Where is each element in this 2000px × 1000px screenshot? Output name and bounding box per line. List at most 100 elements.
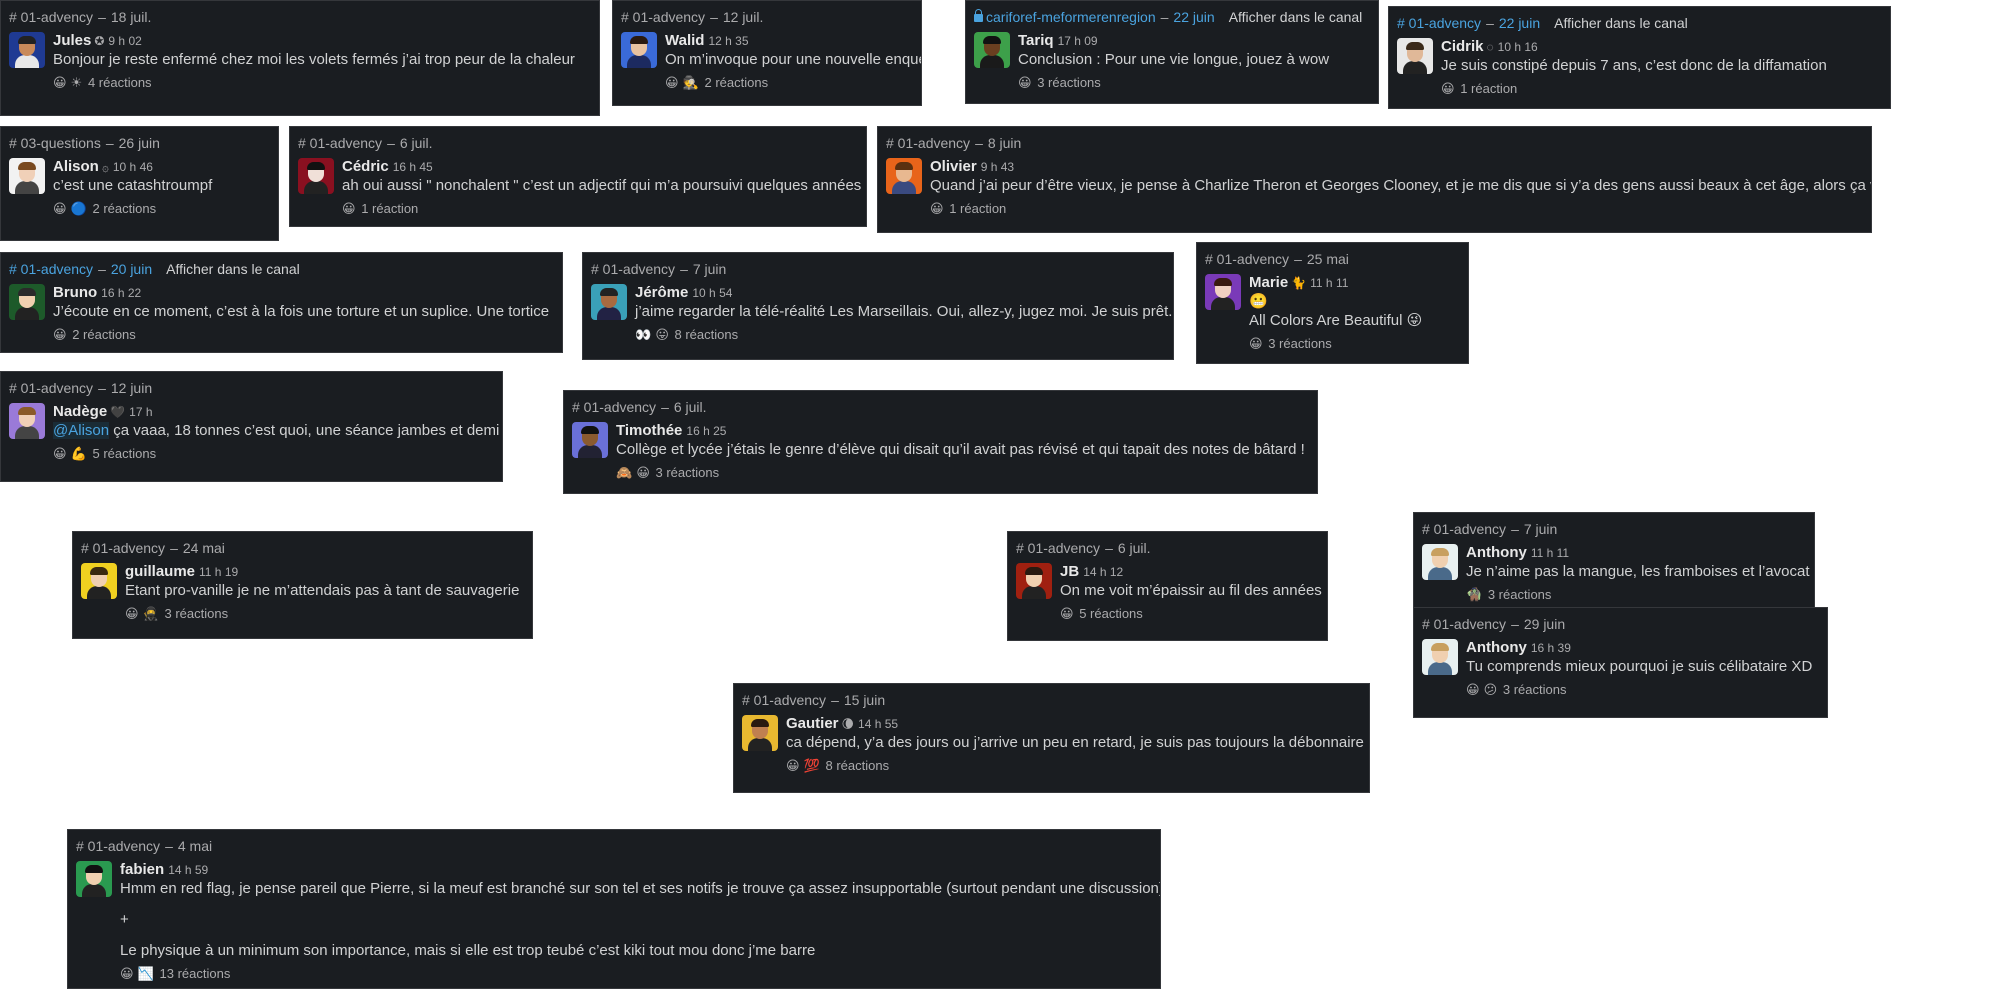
- author-name[interactable]: Alison: [53, 158, 99, 175]
- message-time[interactable]: 17 h: [129, 405, 152, 419]
- avatar[interactable]: [81, 563, 117, 599]
- author-name[interactable]: Marie: [1249, 274, 1288, 291]
- avatar[interactable]: [9, 284, 45, 320]
- author-name[interactable]: Walid: [665, 32, 704, 49]
- message-time[interactable]: 11 h 11: [1310, 276, 1348, 290]
- message-time[interactable]: 11 h 19: [199, 565, 238, 579]
- message-card[interactable]: # 01-advency –12 juin Nadège 🖤 17 h @Alison ç…: [0, 371, 503, 482]
- message-time[interactable]: 16 h 39: [1531, 641, 1571, 655]
- message-time[interactable]: 9 h 02: [108, 34, 141, 48]
- reactions-summary[interactable]: 😀 1 réaction: [342, 200, 858, 219]
- author-name[interactable]: Olivier: [930, 158, 977, 175]
- author-name[interactable]: Timothée: [616, 422, 682, 439]
- message-card[interactable]: # 03-questions –26 juin Alison ۞ 10 h 46 c’es…: [0, 126, 279, 241]
- message-time[interactable]: 16 h 25: [686, 424, 726, 438]
- reactions-summary[interactable]: 😀 3 réactions: [1018, 74, 1329, 93]
- author-name[interactable]: Anthony: [1466, 639, 1527, 656]
- channel-name[interactable]: # 01-advency: [572, 399, 656, 415]
- message-time[interactable]: 14 h 59: [168, 863, 208, 877]
- avatar[interactable]: [886, 158, 922, 194]
- message-card[interactable]: # 01-advency –29 juin Anthony 16 h 39 Tu com…: [1413, 607, 1828, 718]
- message-time[interactable]: 17 h 09: [1058, 34, 1098, 48]
- message-time[interactable]: 9 h 43: [981, 160, 1014, 174]
- message-time[interactable]: 12 h 35: [708, 34, 748, 48]
- channel-name[interactable]: # 01-advency: [9, 261, 93, 277]
- message-card[interactable]: # 01-advency –12 juil. Walid 12 h 35 On m’in…: [612, 0, 922, 106]
- channel-name[interactable]: # 01-advency: [76, 838, 160, 854]
- channel-name[interactable]: # 01-advency: [9, 9, 93, 25]
- message-card[interactable]: # 01-advency –6 juil. Cédric 16 h 45 ah oui …: [289, 126, 867, 227]
- message-time[interactable]: 10 h 16: [1498, 40, 1538, 54]
- channel-name[interactable]: # 01-advency: [81, 540, 165, 556]
- avatar[interactable]: [742, 715, 778, 751]
- author-name[interactable]: Jérôme: [635, 284, 688, 301]
- message-date[interactable]: 29 juin: [1524, 616, 1565, 632]
- message-date[interactable]: 20 juin: [111, 261, 152, 277]
- channel-name[interactable]: # 01-advency: [9, 380, 93, 396]
- author-name[interactable]: Bruno: [53, 284, 97, 301]
- author-name[interactable]: JB: [1060, 563, 1079, 580]
- message-time[interactable]: 14 h 12: [1083, 565, 1123, 579]
- message-card[interactable]: # 01-advency –7 juin Anthony 11 h 11 Je n’ai…: [1413, 512, 1815, 610]
- message-time[interactable]: 14 h 55: [858, 717, 898, 731]
- reactions-summary[interactable]: 😀 📉 13 réactions: [120, 965, 1152, 984]
- message-card[interactable]: # 01-advency –6 juil. Timothée 16 h 25 Collè…: [563, 390, 1318, 494]
- message-card[interactable]: # 01-advency –8 juin Olivier 9 h 43 Quand j’…: [877, 126, 1872, 233]
- reactions-summary[interactable]: 😀 2 réactions: [53, 326, 549, 345]
- reactions-summary[interactable]: 🙈 😀 3 réactions: [616, 464, 1305, 483]
- reactions-summary[interactable]: 😀 1 réaction: [930, 200, 1863, 219]
- message-date[interactable]: 22 juin: [1173, 9, 1214, 25]
- author-name[interactable]: Nadège: [53, 403, 107, 420]
- show-in-channel-link[interactable]: Afficher dans le canal: [1229, 9, 1363, 25]
- avatar[interactable]: [621, 32, 657, 68]
- message-card[interactable]: # 01-advency –22 juin Afficher dans le can…: [1388, 6, 1891, 109]
- channel-name[interactable]: # 01-advency: [742, 692, 826, 708]
- avatar[interactable]: [1016, 563, 1052, 599]
- reactions-summary[interactable]: 😀 3 réactions: [1249, 335, 1422, 354]
- message-date[interactable]: 7 juin: [1524, 521, 1557, 537]
- author-name[interactable]: Tariq: [1018, 32, 1054, 49]
- author-name[interactable]: Jules: [53, 32, 91, 49]
- message-time[interactable]: 10 h 54: [692, 286, 732, 300]
- channel-name[interactable]: # 01-advency: [1422, 521, 1506, 537]
- avatar[interactable]: [9, 32, 45, 68]
- message-date[interactable]: 24 mai: [183, 540, 225, 556]
- author-name[interactable]: guillaume: [125, 563, 195, 580]
- author-name[interactable]: Cidrik: [1441, 38, 1484, 55]
- channel-name[interactable]: # 01-advency: [886, 135, 970, 151]
- message-time[interactable]: 16 h 45: [393, 160, 433, 174]
- avatar[interactable]: [1397, 38, 1433, 74]
- show-in-channel-link[interactable]: Afficher dans le canal: [1554, 15, 1688, 31]
- message-date[interactable]: 22 juin: [1499, 15, 1540, 31]
- avatar[interactable]: [1205, 274, 1241, 310]
- author-name[interactable]: Cédric: [342, 158, 389, 175]
- avatar[interactable]: [9, 403, 45, 439]
- avatar[interactable]: [9, 158, 45, 194]
- author-name[interactable]: Anthony: [1466, 544, 1527, 561]
- avatar[interactable]: [591, 284, 627, 320]
- message-time[interactable]: 10 h 46: [113, 160, 153, 174]
- avatar[interactable]: [76, 861, 112, 897]
- reactions-summary[interactable]: 😀 💯 8 réactions: [786, 757, 1361, 776]
- reactions-summary[interactable]: 🧌 3 réactions: [1466, 586, 1806, 605]
- author-name[interactable]: fabien: [120, 861, 164, 878]
- message-card[interactable]: # 01-advency –18 juil. Jules ✪ 9 h 02 Bonjour…: [0, 0, 600, 116]
- message-date[interactable]: 12 juil.: [723, 9, 763, 25]
- reactions-summary[interactable]: 😀 🥷 3 réactions: [125, 605, 519, 624]
- channel-name[interactable]: # 01-advency: [1016, 540, 1100, 556]
- message-date[interactable]: 6 juil.: [674, 399, 707, 415]
- channel-name[interactable]: # 01-advency: [591, 261, 675, 277]
- avatar[interactable]: [1422, 544, 1458, 580]
- message-card[interactable]: # 01-advency –6 juil. JB 14 h 12 On me voit …: [1007, 531, 1328, 641]
- reactions-summary[interactable]: 😀 ☀ 4 réactions: [53, 74, 575, 93]
- message-date[interactable]: 15 juin: [844, 692, 885, 708]
- reactions-summary[interactable]: 😀 🔵 2 réactions: [53, 200, 212, 219]
- channel-name[interactable]: # 01-advency: [298, 135, 382, 151]
- message-date[interactable]: 18 juil.: [111, 9, 151, 25]
- channel-name[interactable]: # 03-questions: [9, 135, 101, 151]
- message-date[interactable]: 6 juil.: [400, 135, 433, 151]
- reactions-summary[interactable]: 😀 5 réactions: [1060, 605, 1319, 624]
- message-card[interactable]: # 01-advency –20 juin Afficher dans le can…: [0, 252, 563, 353]
- message-card[interactable]: # 01-advency –15 juin Gautier 🌘 14 h 55 ca dé…: [733, 683, 1370, 793]
- channel-name[interactable]: # 01-advency: [1397, 15, 1481, 31]
